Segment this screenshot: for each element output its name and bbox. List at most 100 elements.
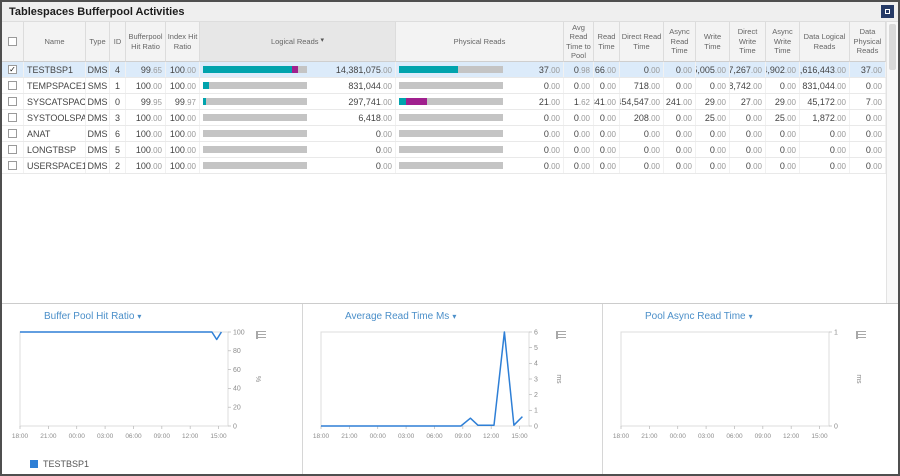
table-row-SYSCATSPACE[interactable]: SYSCATSPACEDMS099.9599.97297,741.0021.00… <box>2 94 886 110</box>
table-header-row: Name Type ID Bufferpool Hit RatioIndex Hit … <box>2 22 898 62</box>
row-checkbox[interactable] <box>8 97 17 106</box>
chart-legend-toggle-icon[interactable] <box>256 331 266 339</box>
column-header-label: Name <box>44 37 64 46</box>
x-tick-label: 12:00 <box>182 433 199 440</box>
row-checkbox[interactable] <box>8 161 17 170</box>
chart-title-label: Buffer Pool Hit Ratio <box>44 311 134 322</box>
plot-area <box>20 332 228 426</box>
cell-logical: 831,044.00 <box>200 78 396 93</box>
y-tick-label: 0 <box>834 423 838 430</box>
cell-name: TEMPSPACE1 <box>24 78 86 93</box>
column-header-async_read[interactable]: Async Read Time <box>664 22 696 62</box>
column-header-avg_pool[interactable]: Avg Read Time to Pool <box>564 22 594 62</box>
cell-data_logical: 1,872.00 <box>800 110 850 125</box>
column-header-dir_write[interactable]: Direct Write Time <box>730 22 766 62</box>
column-header-label: Async Read Time <box>665 27 694 55</box>
column-header-name[interactable]: Name <box>24 22 86 62</box>
vertical-scrollbar[interactable] <box>886 22 898 303</box>
cell-select: ✓ <box>2 62 24 77</box>
cell-physical: 21.00 <box>396 94 564 109</box>
x-tick-label: 12:00 <box>783 433 800 440</box>
cell-name: SYSCATSPACE <box>24 94 86 109</box>
cell-type: DMS <box>86 142 110 157</box>
cell-write_time: 0.00 <box>696 78 730 93</box>
physical-reads-bar <box>399 66 503 73</box>
row-checkbox[interactable] <box>8 81 17 90</box>
cell-async_write: 25.00 <box>766 110 800 125</box>
cell-physical: 0.00 <box>396 158 564 173</box>
y-tick-label: 0 <box>534 423 538 430</box>
cell-idx_hit: 99.97 <box>166 94 200 109</box>
table-row-LONGTBSP[interactable]: LONGTBSPDMS5100.00100.000.000.000.000.00… <box>2 142 886 158</box>
column-header-data_logical[interactable]: Data Logical Reads <box>800 22 850 62</box>
cell-data_physical: 7.00 <box>850 94 886 109</box>
chart-legend: TESTBSP1 <box>30 459 89 469</box>
cell-write_time: 5,005.00 <box>696 62 730 77</box>
x-tick-label: 09:00 <box>755 433 772 440</box>
cell-data_logical: 13,616,443.00 <box>800 62 850 77</box>
cell-name: LONGTBSP <box>24 142 86 157</box>
cell-avg_pool: 0.00 <box>564 158 594 173</box>
row-checkbox[interactable] <box>8 113 17 122</box>
table-row-SYSTOOLSPACE[interactable]: SYSTOOLSPACEDMS3100.00100.006,418.000.00… <box>2 110 886 126</box>
y-axis-unit-label: ms <box>855 374 862 384</box>
row-checkbox[interactable]: ✓ <box>8 65 17 74</box>
scrollbar-thumb[interactable] <box>889 24 896 70</box>
chart-legend-toggle-icon[interactable] <box>856 331 866 339</box>
cell-async_write: 29.00 <box>766 94 800 109</box>
cell-select <box>2 158 24 173</box>
column-header-idx_hit[interactable]: Index Hit Ratio <box>166 22 200 62</box>
y-tick-label: 20 <box>233 405 241 412</box>
column-header-async_write[interactable]: Async Write Time <box>766 22 800 62</box>
row-checkbox[interactable] <box>8 37 17 46</box>
table-row-TEMPSPACE1[interactable]: TEMPSPACE1SMS1100.00100.00831,044.000.00… <box>2 78 886 94</box>
column-header-type[interactable]: Type <box>86 22 110 62</box>
chart-legend-toggle-icon[interactable] <box>556 331 566 339</box>
bar-segment-purple <box>406 98 427 105</box>
row-checkbox[interactable] <box>8 145 17 154</box>
column-header-write_time[interactable]: Write Time <box>696 22 730 62</box>
column-header-physical[interactable]: Physical Reads <box>396 22 564 62</box>
legend-label: TESTBSP1 <box>43 459 89 469</box>
x-tick-label: 18:00 <box>313 433 330 440</box>
cell-dir_write: 38,742.00 <box>730 78 766 93</box>
bar-segment-teal <box>203 66 292 73</box>
cell-select <box>2 78 24 93</box>
chart-title-pool-async-read-time[interactable]: Pool Async Read Time▾ <box>603 304 900 322</box>
cell-dir_write: 0.00 <box>730 110 766 125</box>
column-header-dir_read[interactable]: Direct Read Time <box>620 22 664 62</box>
chart-panel-buffer-pool-hit-ratio: Buffer Pool Hit Ratio▾ 02040608010018:00… <box>2 304 302 474</box>
column-header-label: Write Time <box>697 32 728 51</box>
widget-title: Tablespaces Bufferpool Activities <box>9 6 184 18</box>
column-header-logical[interactable]: Logical Reads▾ <box>200 22 396 62</box>
chart-panel-pool-async-read-time: Pool Async Read Time▾ 0118:0021:0000:000… <box>602 304 900 474</box>
column-header-id[interactable]: ID <box>110 22 126 62</box>
cell-async_write: 0.00 <box>766 78 800 93</box>
buffer-pool-hit-ratio-chart: 02040608010018:0021:0000:0003:0006:0009:… <box>4 324 296 456</box>
column-header-label: ID <box>114 37 122 46</box>
cell-select <box>2 94 24 109</box>
table-row-TESTBSP1[interactable]: ✓TESTBSP1DMS499.65100.0014,381,075.0037.… <box>2 62 886 78</box>
y-tick-label: 0 <box>233 423 237 430</box>
cell-data_physical: 37.00 <box>850 62 886 77</box>
row-checkbox[interactable] <box>8 129 17 138</box>
cell-id: 3 <box>110 110 126 125</box>
chart-title-average-read-time[interactable]: Average Read Time Ms▾ <box>303 304 602 322</box>
chart-title-buffer-pool-hit-ratio[interactable]: Buffer Pool Hit Ratio▾ <box>2 304 302 322</box>
column-header-bp_hit[interactable]: Bufferpool Hit Ratio <box>126 22 166 62</box>
restore-window-button[interactable] <box>881 5 894 18</box>
column-header-label: Type <box>89 37 105 46</box>
table-body: ✓TESTBSP1DMS499.65100.0014,381,075.0037.… <box>2 62 898 174</box>
column-header-select[interactable] <box>2 22 24 62</box>
cell-bp_hit: 99.95 <box>126 94 166 109</box>
cell-logical: 14,381,075.00 <box>200 62 396 77</box>
cell-write_time: 29.00 <box>696 94 730 109</box>
column-header-read_time[interactable]: Read Time <box>594 22 620 62</box>
cell-data_physical: 0.00 <box>850 110 886 125</box>
column-header-data_physical[interactable]: Data Physical Reads <box>850 22 886 62</box>
table-row-ANAT[interactable]: ANATDMS6100.00100.000.000.000.000.000.00… <box>2 126 886 142</box>
table-row-USERSPACE1[interactable]: USERSPACE1DMS2100.00100.000.000.000.000.… <box>2 158 886 174</box>
cell-physical: 0.00 <box>396 142 564 157</box>
physical-reads-bar <box>399 146 503 153</box>
logical-reads-bar <box>203 66 307 73</box>
